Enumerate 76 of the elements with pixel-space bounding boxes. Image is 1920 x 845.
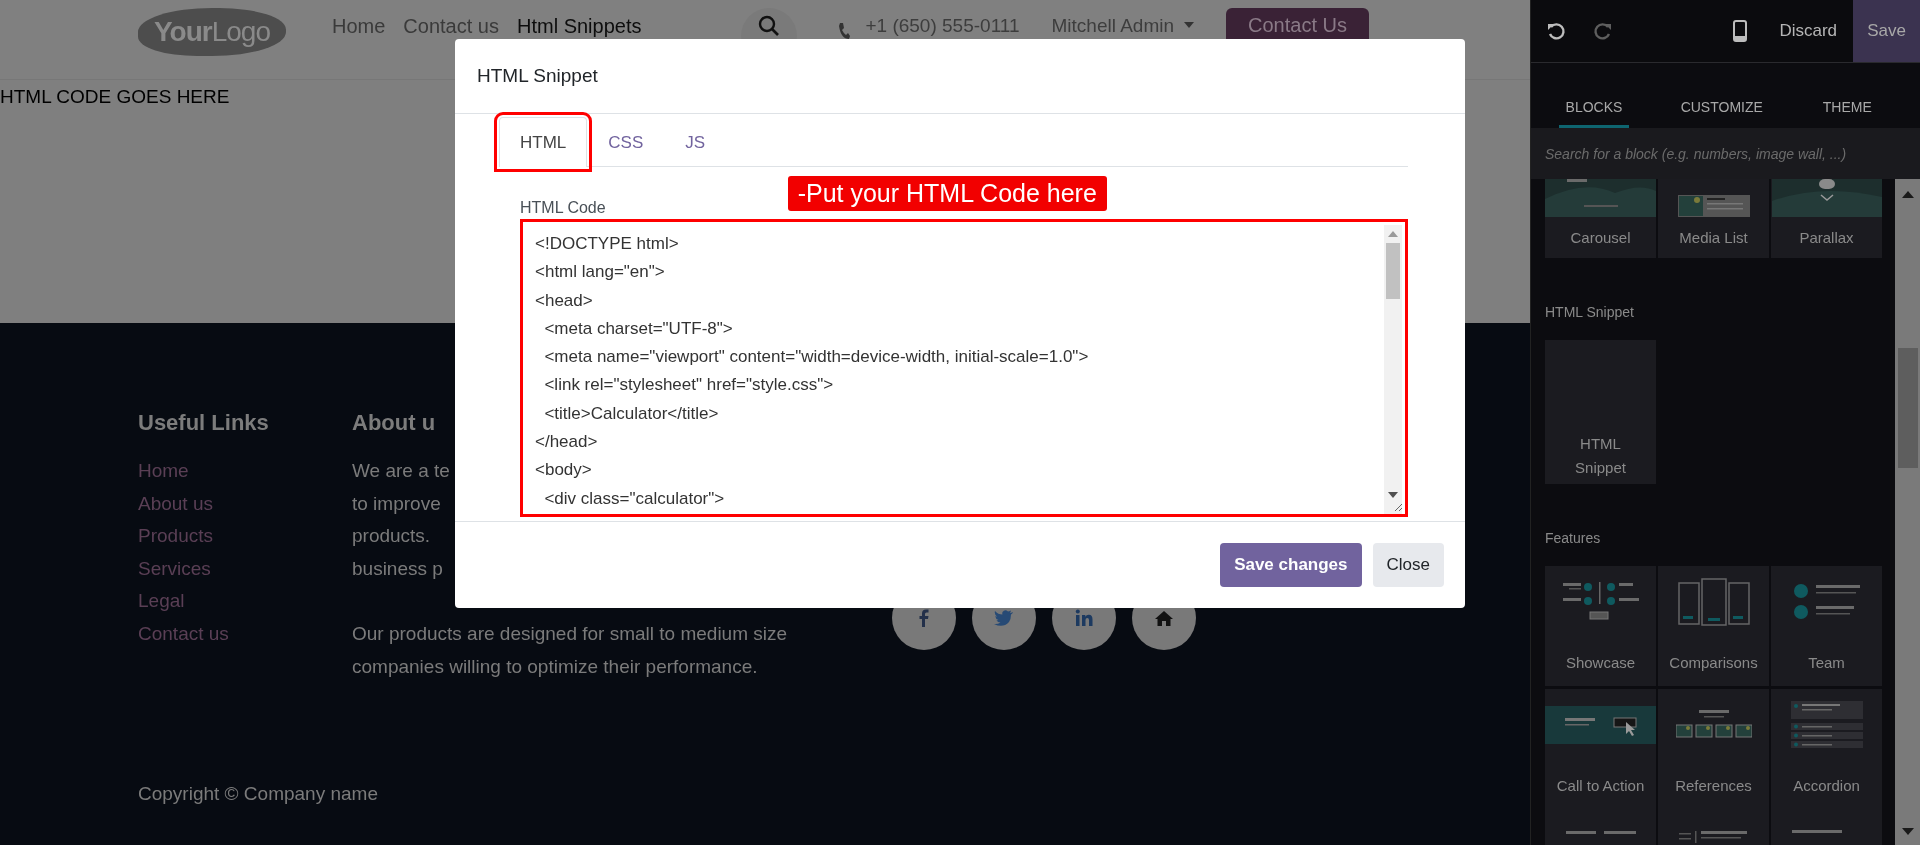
- search-field[interactable]: Search for a block (e.g. numbers, image wall, ...): [1531, 128, 1920, 179]
- lines-drawing: [1565, 829, 1636, 835]
- block-tile[interactable]: Comparisons: [1658, 566, 1769, 686]
- block-label: References: [1675, 775, 1752, 796]
- tab[interactable]: CSS: [587, 117, 665, 167]
- block-label: Carousel: [1570, 228, 1631, 248]
- block-tile[interactable]: Parallax: [1771, 179, 1882, 258]
- save-button[interactable]: Save changes: [1220, 543, 1362, 587]
- copyright-text: Copyright © Company name: [138, 783, 379, 805]
- block-tile[interactable]: HTML Snippet: [1545, 340, 1656, 484]
- code-line: </head>: [535, 431, 599, 454]
- team-drawing: [1793, 584, 1860, 620]
- code-line: <html lang="en">: [535, 261, 666, 284]
- block-label: Comparisons: [1669, 652, 1758, 673]
- caret-up-icon[interactable]: [1901, 191, 1914, 198]
- section-title: Features: [1545, 529, 1602, 548]
- resize-grip-icon[interactable]: [1393, 502, 1403, 512]
- discard-button[interactable]: Discard: [1773, 20, 1843, 42]
- footer-text: We are a te: [352, 459, 450, 483]
- tab[interactable]: CUSTOMIZE: [1659, 88, 1785, 128]
- section-title: HTML Snippet: [1545, 303, 1635, 322]
- undo-icon[interactable]: [1546, 21, 1566, 41]
- block-tile[interactable]: Team: [1771, 566, 1882, 686]
- scrollbar-thumb[interactable]: [1897, 348, 1918, 468]
- block-label: HTML Snippet: [1574, 433, 1627, 478]
- block-label: Parallax: [1799, 228, 1854, 248]
- block-label: Showcase: [1565, 652, 1636, 673]
- caret-icon: [1184, 22, 1195, 28]
- block-label: Media List: [1679, 228, 1748, 248]
- block-tile[interactable]: Carousel: [1545, 179, 1656, 258]
- footer-heading: About u: [352, 409, 436, 437]
- user-menu[interactable]: Mitchell Admin: [1051, 15, 1175, 37]
- caret-up-icon[interactable]: [1388, 231, 1398, 237]
- code-line: <title>Calculator</title>: [543, 402, 720, 425]
- scrollbar[interactable]: [1384, 225, 1402, 514]
- search-icon: [758, 15, 781, 37]
- code-line: <!DOCTYPE html>: [535, 233, 680, 255]
- block-tile[interactable]: Accordion: [1771, 689, 1882, 809]
- footer-heading: Useful Links: [138, 409, 270, 437]
- block-tile[interactable]: References: [1658, 689, 1769, 809]
- code-line: <meta name="viewport" content="width=device-width, initial-scale=1.0">: [543, 346, 1090, 369]
- redo-icon[interactable]: [1593, 21, 1613, 41]
- nav-link[interactable]: Html Snippets: [516, 15, 642, 38]
- code-line: <head>: [535, 289, 594, 312]
- block-tile[interactable]: Showcase: [1545, 566, 1656, 686]
- tab[interactable]: THEME: [1784, 88, 1910, 128]
- phone-icon: [837, 22, 852, 42]
- footer-paragraph: Our products are designed for small to medium size companies willing to optimize their performance.: [352, 622, 788, 679]
- code-line: <link rel="stylesheet" href="style.css">: [543, 374, 835, 397]
- phone-number: +1 (650) 555-0111: [865, 15, 1020, 37]
- block-tile[interactable]: Media List: [1658, 179, 1769, 258]
- block-label: Call to Action: [1556, 775, 1645, 796]
- code-line: <div class="calculator">: [543, 487, 726, 510]
- footer-text: to improve: [352, 491, 441, 516]
- footer-text: products.: [352, 524, 431, 548]
- block-label: Accordion: [1793, 775, 1860, 796]
- caret-down-icon[interactable]: [1901, 828, 1914, 835]
- footer-text: business p: [352, 556, 443, 581]
- close-button[interactable]: Close: [1372, 543, 1444, 587]
- code-editor[interactable]: [520, 219, 1408, 517]
- mobile-icon[interactable]: [1733, 20, 1748, 42]
- tab[interactable]: JS: [664, 117, 727, 167]
- code-line: <body>: [535, 459, 593, 482]
- scrollbar-thumb[interactable]: [1386, 243, 1400, 299]
- block-tile[interactable]: Call to Action: [1545, 689, 1656, 809]
- nav-link[interactable]: Contact us: [403, 15, 499, 38]
- nav-link[interactable]: Home: [332, 15, 386, 38]
- callout-label: -Put your HTML Code here: [787, 176, 1107, 211]
- code-line: <meta charset="UTF-8">: [543, 317, 734, 340]
- page-text: HTML CODE GOES HERE: [0, 85, 231, 108]
- field-label: HTML Code: [520, 199, 606, 217]
- lines-drawing: [1678, 829, 1749, 843]
- block-label: Team: [1808, 652, 1845, 673]
- save-button[interactable]: Save: [1853, 0, 1920, 62]
- caret-down-icon[interactable]: [1388, 492, 1398, 498]
- scrollbar[interactable]: [1895, 179, 1920, 845]
